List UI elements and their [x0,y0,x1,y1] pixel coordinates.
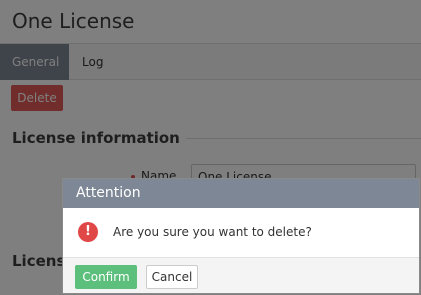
confirm-delete-dialog: Attention ! Are you sure you want to del… [62,178,420,294]
dialog-title: Attention [63,179,419,208]
dialog-footer: Confirm Cancel [63,257,419,293]
dialog-body: ! Are you sure you want to delete? [63,208,419,257]
confirm-button[interactable]: Confirm [75,265,137,289]
exclamation-circle-icon: ! [78,222,98,242]
dialog-message: Are you sure you want to delete? [113,225,312,239]
cancel-button[interactable]: Cancel [146,265,198,289]
